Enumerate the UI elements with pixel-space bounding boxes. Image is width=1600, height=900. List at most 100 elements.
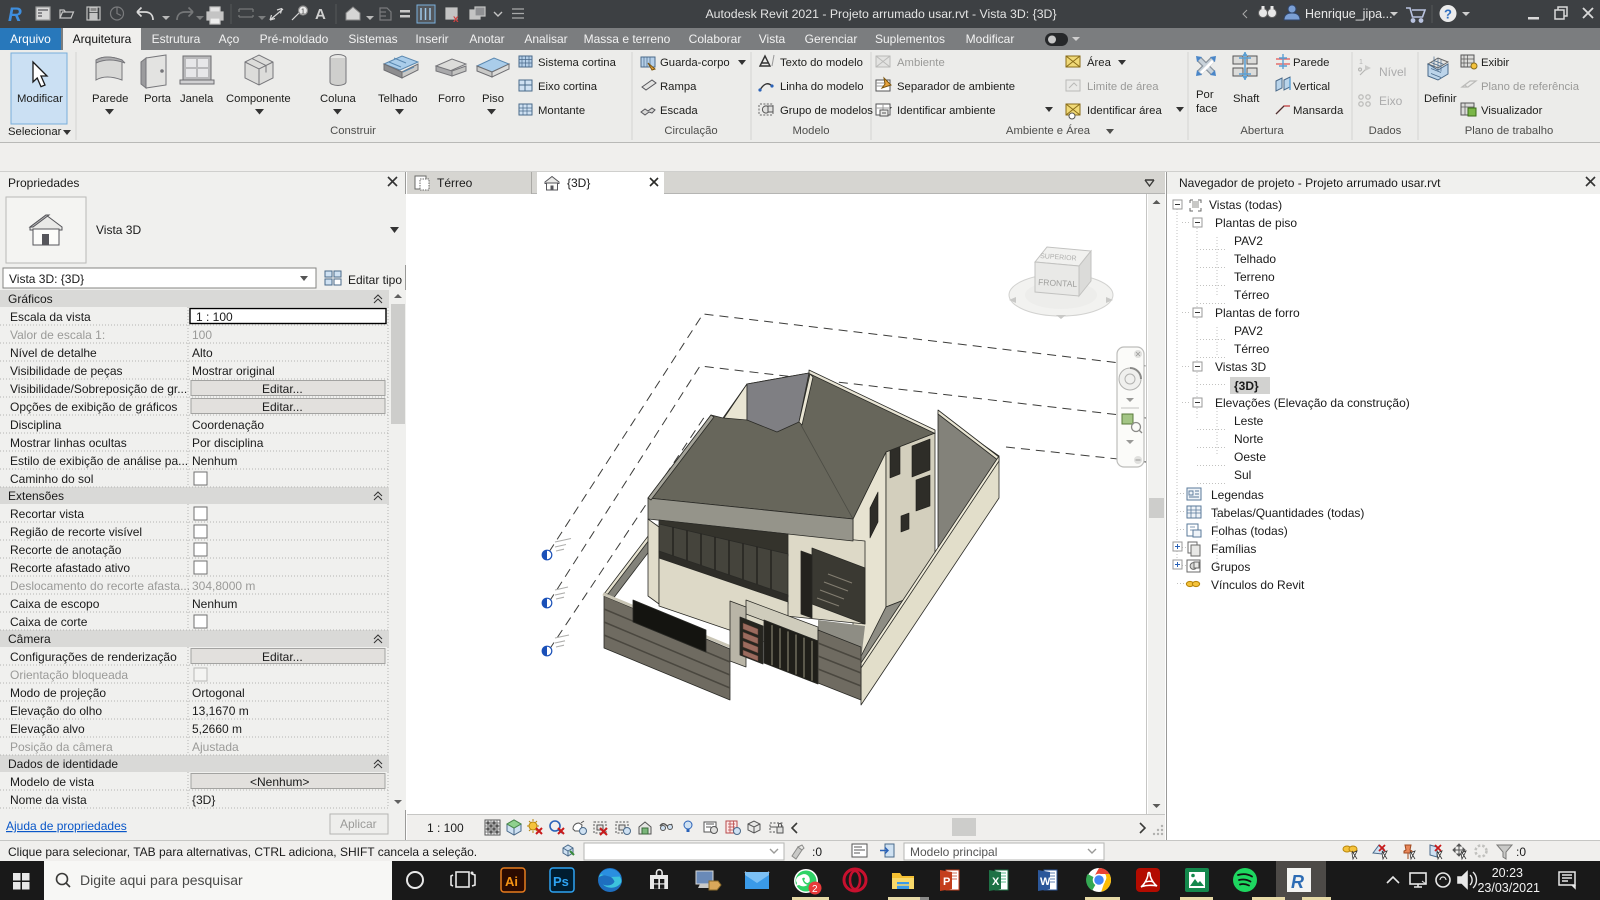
svg-text:Parede: Parede (92, 93, 128, 105)
svg-text:Valor de escala 1:: Valor de escala 1: (10, 328, 105, 342)
svg-text:Visibilidade de peças: Visibilidade de peças (10, 364, 123, 378)
svg-text:Recorte de anotação: Recorte de anotação (10, 543, 122, 557)
svg-text:Editar...: Editar... (262, 650, 303, 664)
svg-text:Coluna: Coluna (320, 93, 357, 105)
svg-text:Terreno: Terreno (1234, 270, 1275, 284)
svg-text::0: :0 (812, 845, 822, 859)
svg-text:Disciplina: Disciplina (10, 418, 62, 432)
svg-text:Deslocamento do recorte afasta: Deslocamento do recorte afasta... (10, 579, 190, 593)
svg-text:Separador de ambiente: Separador de ambiente (897, 81, 1015, 93)
svg-text:Posição da câmera: Posição da câmera (10, 740, 113, 754)
svg-text:{3D}: {3D} (192, 793, 215, 807)
svg-text:x: x (453, 14, 459, 25)
svg-text:Escada: Escada (660, 105, 698, 117)
svg-text:Caixa de escopo: Caixa de escopo (10, 597, 100, 611)
svg-text:Vistas (todas): Vistas (todas) (1209, 198, 1282, 212)
svg-text:Vistas 3D: Vistas 3D (1215, 360, 1266, 374)
svg-text:Janela: Janela (180, 93, 214, 105)
svg-text:Nível: Nível (1379, 65, 1406, 79)
svg-text:Visibilidade/Sobreposição de g: Visibilidade/Sobreposição de gr... (10, 382, 187, 396)
svg-text:Elevação alvo: Elevação alvo (10, 722, 85, 736)
svg-text:Mansarda: Mansarda (1293, 105, 1344, 117)
svg-text:Abertura: Abertura (1240, 125, 1284, 137)
svg-text:5,2660 m: 5,2660 m (192, 722, 242, 736)
svg-text:?: ? (1444, 7, 1452, 22)
svg-text:13,1670 m: 13,1670 m (192, 704, 249, 718)
svg-text:Legendas: Legendas (1211, 488, 1264, 502)
svg-text:20:23: 20:23 (1492, 866, 1523, 880)
svg-text:Por: Por (1196, 89, 1214, 101)
svg-text:Dados: Dados (1369, 125, 1402, 137)
svg-text:Telhado: Telhado (1234, 252, 1276, 266)
svg-text:Montante: Montante (538, 105, 585, 117)
svg-text:Recorte afastado ativo: Recorte afastado ativo (10, 561, 130, 575)
svg-text:Componente: Componente (226, 93, 291, 105)
svg-text:Extensões: Extensões (8, 489, 64, 503)
svg-text:Configurações de renderização: Configurações de renderização (10, 650, 177, 664)
svg-text:Elevação do olho: Elevação do olho (10, 704, 102, 718)
svg-text:Oeste: Oeste (1234, 450, 1266, 464)
svg-text:Dados de identidade: Dados de identidade (8, 757, 118, 771)
svg-text:Grupos: Grupos (1211, 560, 1250, 574)
svg-text:Vista 3D: Vista 3D (96, 223, 141, 237)
svg-text:Térreo: Térreo (1234, 288, 1270, 302)
svg-text:Orientação bloqueada: Orientação bloqueada (10, 668, 128, 682)
svg-text:23/03/2021: 23/03/2021 (1477, 881, 1540, 895)
svg-text:Parede: Parede (1293, 57, 1329, 69)
svg-text:Famílias: Famílias (1211, 542, 1256, 556)
svg-text:Ajustada: Ajustada (192, 740, 239, 754)
svg-text:Região de recorte visível: Região de recorte visível (10, 525, 142, 539)
svg-text:Texto do modelo: Texto do modelo (780, 57, 863, 69)
svg-text:Henrique_jipa...: Henrique_jipa... (1305, 7, 1393, 21)
svg-text:Telhado: Telhado (378, 93, 418, 105)
svg-text:Forro: Forro (438, 93, 465, 105)
svg-text:FRONTAL: FRONTAL (1038, 277, 1078, 289)
svg-text:Vínculos do Revit: Vínculos do Revit (1211, 578, 1305, 592)
svg-text:A: A (315, 6, 326, 23)
svg-text:Circulação: Circulação (664, 125, 717, 137)
svg-text:Shaft: Shaft (1233, 93, 1260, 105)
svg-text:Câmera: Câmera (8, 632, 51, 646)
svg-text:Tabelas/Quantidades (todas): Tabelas/Quantidades (todas) (1211, 506, 1364, 520)
svg-text:Modelo de vista: Modelo de vista (10, 775, 94, 789)
svg-text:Visualizador: Visualizador (1481, 105, 1543, 117)
svg-text:Caixa de corte: Caixa de corte (10, 615, 88, 629)
svg-text:Térreo: Térreo (1234, 342, 1270, 356)
svg-text:Sul: Sul (1234, 468, 1251, 482)
svg-text:X: X (992, 876, 1000, 888)
svg-text:Alto: Alto (192, 346, 213, 360)
svg-text:Rampa: Rampa (660, 81, 697, 93)
svg-text:Construir: Construir (330, 125, 376, 137)
svg-text:Definir: Definir (1424, 93, 1457, 105)
svg-text:Clique para selecionar, TAB pa: Clique para selecionar, TAB para alterna… (8, 845, 477, 859)
svg-text:Exibir: Exibir (1481, 57, 1509, 69)
svg-text:Plantas de piso: Plantas de piso (1215, 216, 1297, 230)
svg-text:Modelo principal: Modelo principal (910, 845, 997, 859)
svg-text:Modo de projeção: Modo de projeção (10, 686, 106, 700)
svg-text:Linha do modelo: Linha do modelo (780, 81, 864, 93)
svg-text:R: R (1291, 872, 1304, 892)
svg-text:Eixo: Eixo (1379, 94, 1403, 108)
svg-text:<Nenhum>: <Nenhum> (250, 775, 309, 789)
svg-text:Térreo: Térreo (437, 176, 473, 190)
svg-text:Leste: Leste (1234, 414, 1264, 428)
svg-text:Identificar ambiente: Identificar ambiente (897, 105, 996, 117)
svg-text:Recortar vista: Recortar vista (10, 507, 84, 521)
svg-text:{3D}: {3D} (567, 176, 590, 190)
svg-text:Ps: Ps (553, 874, 569, 889)
svg-text:1 : 100: 1 : 100 (427, 821, 464, 835)
svg-text:Caminho do sol: Caminho do sol (10, 472, 93, 486)
svg-text:Propriedades: Propriedades (8, 176, 79, 190)
svg-text:P: P (943, 876, 950, 888)
svg-text:Ambiente: Ambiente (897, 57, 945, 69)
svg-text:Nome da vista: Nome da vista (10, 793, 87, 807)
svg-text:PAV2: PAV2 (1234, 234, 1263, 248)
svg-text:Selecionar: Selecionar (8, 126, 62, 138)
svg-text:Mostrar linhas ocultas: Mostrar linhas ocultas (10, 436, 127, 450)
svg-text:Estilo de exibição de análise: Estilo de exibição de análise pa... (10, 454, 188, 468)
svg-text:Limite de área: Limite de área (1087, 81, 1159, 93)
svg-text:Ai: Ai (505, 874, 518, 889)
svg-text:Plano de trabalho: Plano de trabalho (1465, 125, 1554, 137)
svg-text::0: :0 (1516, 845, 1526, 859)
svg-text:Norte: Norte (1234, 432, 1264, 446)
